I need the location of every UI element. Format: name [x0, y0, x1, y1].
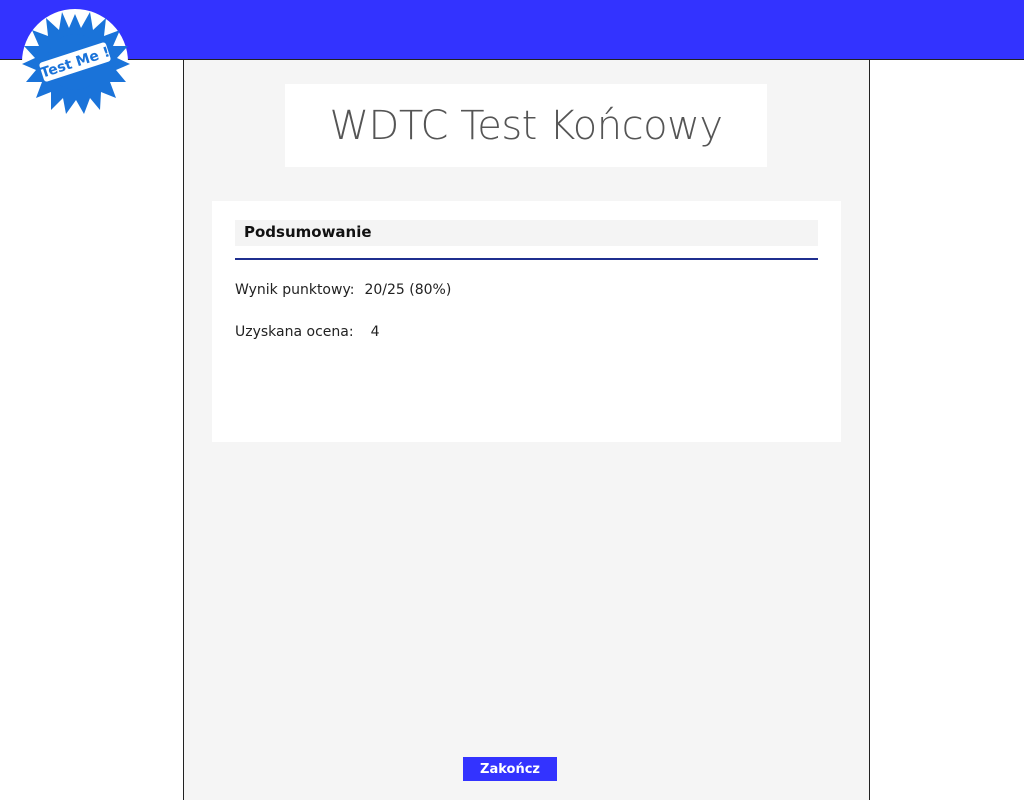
page-title: WDTC Test Końcowy: [329, 102, 723, 149]
main-content-panel: WDTC Test Końcowy Podsumowanie Wynik pun…: [183, 60, 870, 800]
grade-value: 4: [370, 324, 380, 340]
grade-row: Uzyskana ocena: 4: [235, 324, 379, 340]
test-title-box: WDTC Test Końcowy: [285, 84, 767, 167]
logo-test-me: Test Me !: [18, 6, 132, 118]
starburst-badge-icon: Test Me !: [22, 9, 130, 115]
grade-label: Uzyskana ocena:: [235, 324, 354, 340]
score-label: Wynik punktowy:: [235, 282, 355, 298]
summary-divider: [235, 258, 818, 260]
top-header-bar: [0, 0, 1024, 60]
score-value: 20/25 (80%): [364, 282, 452, 298]
summary-header: Podsumowanie: [235, 220, 818, 246]
finish-button[interactable]: Zakończ: [463, 757, 557, 781]
summary-heading: Podsumowanie: [244, 223, 372, 241]
score-row: Wynik punktowy: 20/25 (80%): [235, 282, 451, 298]
summary-card: Podsumowanie Wynik punktowy: 20/25 (80%)…: [212, 201, 841, 442]
